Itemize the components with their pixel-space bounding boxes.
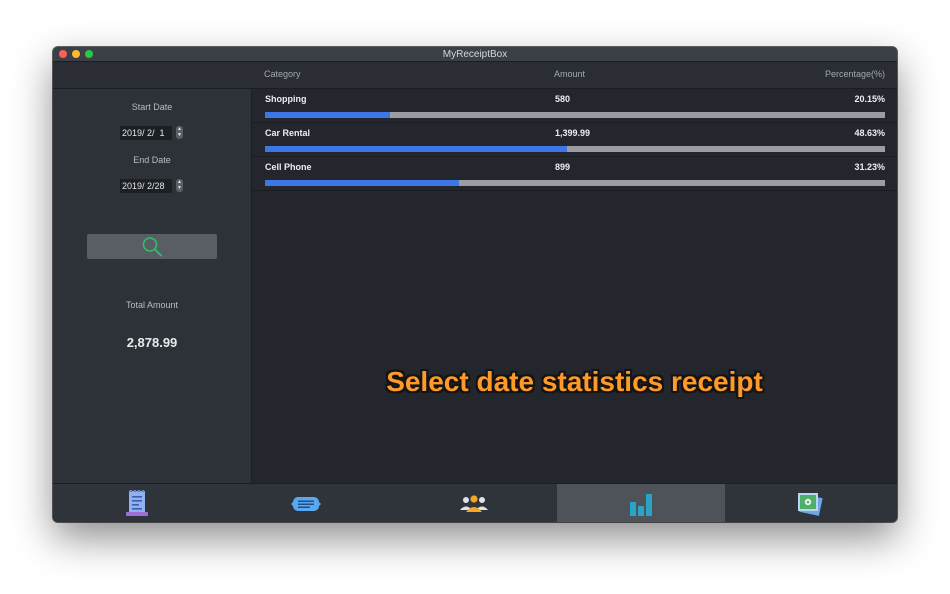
statistics-list: Shopping 580 20.15% Car Rental 1,399.99 … bbox=[252, 89, 897, 483]
amount-column-header: Amount bbox=[554, 69, 586, 79]
end-date-label: End Date bbox=[133, 155, 171, 165]
percentage-bar bbox=[265, 112, 885, 118]
start-date-picker[interactable]: 2019/ 2/ 1 bbox=[120, 126, 172, 140]
row-category: Cell Phone bbox=[265, 162, 312, 172]
search-button[interactable] bbox=[87, 234, 217, 259]
percentage-column-header: Percentage(%) bbox=[824, 69, 885, 79]
percentage-bar bbox=[265, 146, 885, 152]
percentage-bar bbox=[265, 180, 885, 186]
statistics-row[interactable]: Shopping 580 20.15% bbox=[252, 89, 897, 123]
total-amount-value: 2,878.99 bbox=[126, 335, 178, 350]
row-category: Car Rental bbox=[265, 128, 311, 138]
percentage-bar-fill bbox=[265, 112, 390, 118]
people-icon bbox=[460, 495, 488, 512]
search-icon bbox=[142, 237, 162, 257]
start-date-label: Start Date bbox=[131, 102, 173, 112]
category-column-header: Category bbox=[264, 69, 301, 79]
photo-settings-icon bbox=[798, 493, 823, 516]
end-date-picker[interactable]: 2019/ 2/28 bbox=[120, 179, 172, 193]
message-icon bbox=[291, 497, 321, 511]
statistics-row[interactable]: Car Rental 1,399.99 48.63% bbox=[252, 123, 897, 157]
tab-messages[interactable] bbox=[221, 484, 389, 522]
column-header-row: Category Amount Percentage(%) bbox=[53, 62, 897, 89]
statistics-row[interactable]: Cell Phone 899 31.23% bbox=[252, 157, 897, 191]
row-amount: 1,399.99 bbox=[555, 128, 591, 138]
bar-chart-icon bbox=[630, 494, 652, 516]
receipt-icon bbox=[126, 490, 148, 516]
row-category: Shopping bbox=[265, 94, 307, 104]
row-amount: 580 bbox=[555, 94, 571, 104]
percentage-bar-fill bbox=[265, 146, 567, 152]
row-amount: 899 bbox=[555, 162, 571, 172]
tab-contacts[interactable] bbox=[389, 484, 557, 522]
bottom-tab-bar bbox=[53, 483, 897, 522]
end-date-stepper[interactable]: ▲ ▼ bbox=[176, 179, 183, 192]
app-window: MyReceiptBox Category Amount Percentage(… bbox=[53, 47, 897, 522]
tab-receipts[interactable] bbox=[53, 484, 221, 522]
title-bar: MyReceiptBox bbox=[53, 47, 897, 62]
percentage-bar-fill bbox=[265, 180, 459, 186]
row-percentage: 31.23% bbox=[854, 162, 885, 172]
row-percentage: 48.63% bbox=[854, 128, 885, 138]
start-date-stepper[interactable]: ▲ ▼ bbox=[176, 126, 183, 139]
filter-sidebar: Start Date 2019/ 2/ 1 ▲ ▼ End Date 2019/ … bbox=[53, 89, 252, 483]
window-title: MyReceiptBox bbox=[442, 49, 508, 60]
promo-caption: Select date statistics receipt bbox=[386, 366, 763, 397]
total-amount-label: Total Amount bbox=[125, 300, 179, 310]
row-percentage: 20.15% bbox=[854, 94, 885, 104]
tab-settings[interactable] bbox=[725, 484, 893, 522]
tab-statistics[interactable] bbox=[557, 484, 725, 522]
